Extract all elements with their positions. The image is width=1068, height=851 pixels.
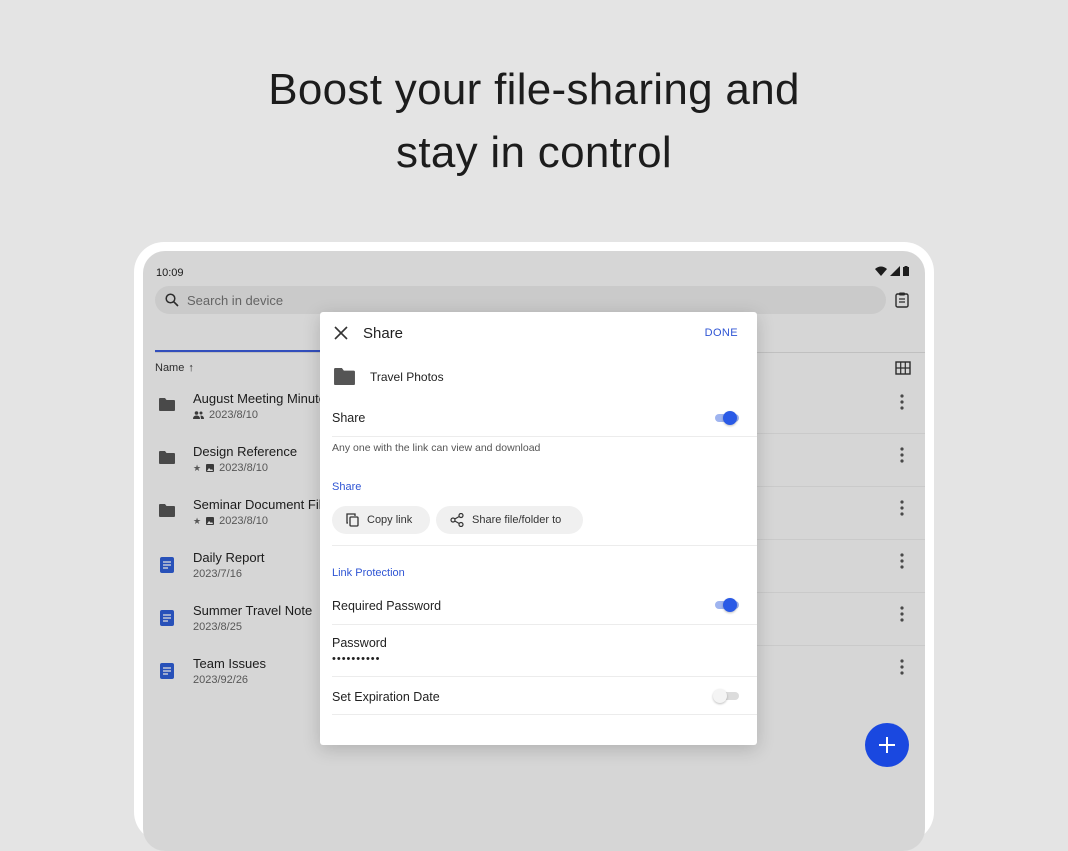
headline: Boost your file-sharing and stay in cont…: [0, 58, 1068, 184]
required-password-label: Required Password: [332, 599, 442, 613]
headline-line-2: stay in control: [396, 128, 672, 177]
divider: [332, 545, 757, 546]
divider: [332, 624, 757, 625]
share-dialog: Share DONE Travel Photos Share Any one w…: [320, 312, 757, 745]
share-to-label: Share file/folder to: [472, 514, 562, 526]
copy-icon: [346, 513, 359, 527]
expiration-label: Set Expiration Date: [332, 690, 440, 704]
share-section-title: Share: [332, 481, 362, 493]
copy-link-label: Copy link: [367, 514, 413, 526]
share-hint: Any one with the link can view and downl…: [332, 442, 541, 454]
divider: [332, 436, 757, 437]
divider: [332, 676, 757, 677]
link-protection-title: Link Protection: [332, 567, 405, 579]
password-field[interactable]: ••••••••••: [332, 653, 381, 665]
shared-folder-name: Travel Photos: [370, 370, 444, 384]
done-button[interactable]: DONE: [705, 327, 738, 339]
add-button[interactable]: [865, 723, 909, 767]
add-icon: [879, 737, 895, 753]
password-label: Password: [332, 636, 387, 650]
dialog-title: Share: [363, 325, 404, 342]
folder-icon: [334, 368, 355, 385]
share-toggle[interactable]: [713, 411, 739, 425]
expiration-toggle[interactable]: [713, 689, 739, 703]
required-password-toggle[interactable]: [713, 598, 739, 612]
headline-line-1: Boost your file-sharing and: [268, 65, 800, 114]
share-label: Share: [332, 411, 366, 425]
divider: [332, 714, 757, 715]
copy-link-button[interactable]: Copy link: [332, 506, 430, 534]
close-icon[interactable]: [334, 326, 348, 340]
share-to-button[interactable]: Share file/folder to: [436, 506, 583, 534]
share-icon: [450, 513, 464, 527]
